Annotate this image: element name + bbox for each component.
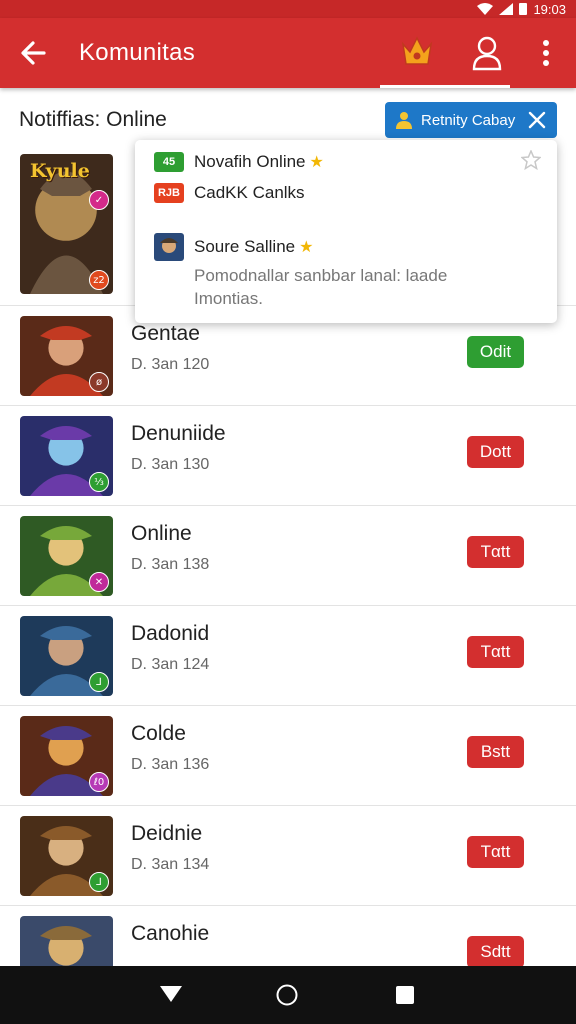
popup-item-3-text: Soure Salline xyxy=(194,237,296,256)
popup-description: Pomodnallar sanbbar lanal: laade Imontia… xyxy=(194,266,448,308)
popup-item-1[interactable]: 45 Novafih Online ★ xyxy=(154,152,324,172)
popup-item-1-text: Novafih Online xyxy=(194,152,306,171)
system-nav-bar xyxy=(0,966,576,1024)
status-icons: 19:03 xyxy=(477,0,566,18)
popup-item-2[interactable]: RJB CadKK Canlks xyxy=(154,183,305,203)
list-item[interactable]: ⅓ Denuniide D. 3an 130 Dott xyxy=(0,406,576,506)
item-subtitle: D. 3an 120 xyxy=(131,356,210,373)
action-button[interactable]: Bstt xyxy=(467,736,524,768)
page-title: Komunitas xyxy=(79,39,196,66)
popup-item-2-text: CadKK Canlks xyxy=(194,183,305,202)
star-outline-icon[interactable] xyxy=(521,150,541,170)
tab-crown[interactable] xyxy=(380,18,510,88)
star-icon: ★ xyxy=(309,154,324,171)
notification-popup: 45 Novafih Online ★ RJB CadKK Canlks Sou… xyxy=(135,140,557,323)
status-badge: ⅓ xyxy=(89,472,109,492)
signal-icon xyxy=(499,3,514,15)
item-name: Colde xyxy=(131,722,186,745)
app-bar: Komunitas xyxy=(0,18,576,88)
item-subtitle: D. 3an 136 xyxy=(131,756,210,773)
status-time: 19:03 xyxy=(533,1,566,17)
action-button[interactable]: Sdtt xyxy=(467,936,524,968)
item-name: Denuniide xyxy=(131,422,226,445)
back-arrow-icon[interactable] xyxy=(16,35,52,71)
nav-back-icon[interactable] xyxy=(160,986,182,1004)
nav-recents-icon[interactable] xyxy=(396,986,414,1004)
status-badge: ✕ xyxy=(89,572,109,592)
item-name: Dadonid xyxy=(131,622,210,645)
list-item[interactable]: ⅃ Dadonid D. 3an 124 Tαtt xyxy=(0,606,576,706)
list-item[interactable]: ℓ0 Colde D. 3an 136 Bstt xyxy=(0,706,576,806)
section-label: Notiffias: Online xyxy=(19,108,167,131)
game-thumbnail: ℓ0 xyxy=(20,716,113,796)
list-item[interactable]: ✕ Online D. 3an 138 Tαtt xyxy=(0,506,576,606)
game-thumbnail: ⅃ xyxy=(20,816,113,896)
game-thumbnail: ⅃ xyxy=(20,616,113,696)
star-icon: ★ xyxy=(299,239,314,256)
status-badge: ø xyxy=(89,372,109,392)
item-subtitle: D. 3an 124 xyxy=(131,656,210,673)
item-name: Kyule xyxy=(30,160,90,182)
popup-tag-1: 45 xyxy=(154,152,184,172)
action-button[interactable]: Odit xyxy=(467,336,524,368)
game-thumbnail: ✕ xyxy=(20,516,113,596)
battery-icon xyxy=(519,3,528,15)
close-icon[interactable] xyxy=(528,111,546,129)
list-item[interactable]: ⅃ Deidnie D. 3an 134 Tαtt xyxy=(0,806,576,906)
crown-icon xyxy=(401,36,433,65)
item-subtitle: D. 3an 138 xyxy=(131,556,210,573)
wifi-icon xyxy=(477,3,494,15)
game-thumbnail: ø xyxy=(20,316,113,396)
item-name: Deidnie xyxy=(131,822,203,845)
status-badge: ⅃ xyxy=(89,672,109,692)
popup-item-3[interactable]: Soure Salline ★ xyxy=(154,233,313,261)
action-button[interactable]: Dott xyxy=(467,436,524,468)
avatar xyxy=(154,233,184,261)
status-bar: 19:03 xyxy=(0,0,576,18)
item-subtitle: D. 3an 130 xyxy=(131,456,210,473)
nav-home-icon[interactable] xyxy=(276,984,298,1006)
filter-chip[interactable]: Retnity Cabay xyxy=(385,102,557,138)
action-button[interactable]: Tαtt xyxy=(467,536,524,568)
item-name: Gentae xyxy=(131,322,200,345)
user-icon xyxy=(396,112,412,129)
game-thumbnail: ⅓ xyxy=(20,416,113,496)
action-button[interactable]: Tαtt xyxy=(467,636,524,668)
chip-label: Retnity Cabay xyxy=(421,111,516,129)
action-button[interactable]: Tαtt xyxy=(467,836,524,868)
tab-indicator xyxy=(380,85,510,88)
user-icon[interactable] xyxy=(470,35,504,71)
more-vert-icon[interactable] xyxy=(536,38,556,68)
item-name: Online xyxy=(131,522,192,545)
level-badge: z2 xyxy=(89,270,109,290)
item-subtitle: D. 3an 134 xyxy=(131,856,210,873)
status-badge: ✓ xyxy=(89,190,109,210)
status-badge: ⅃ xyxy=(89,872,109,892)
status-badge: ℓ0 xyxy=(89,772,109,792)
popup-tag-2: RJB xyxy=(154,183,184,203)
item-name: Canohie xyxy=(131,922,210,945)
